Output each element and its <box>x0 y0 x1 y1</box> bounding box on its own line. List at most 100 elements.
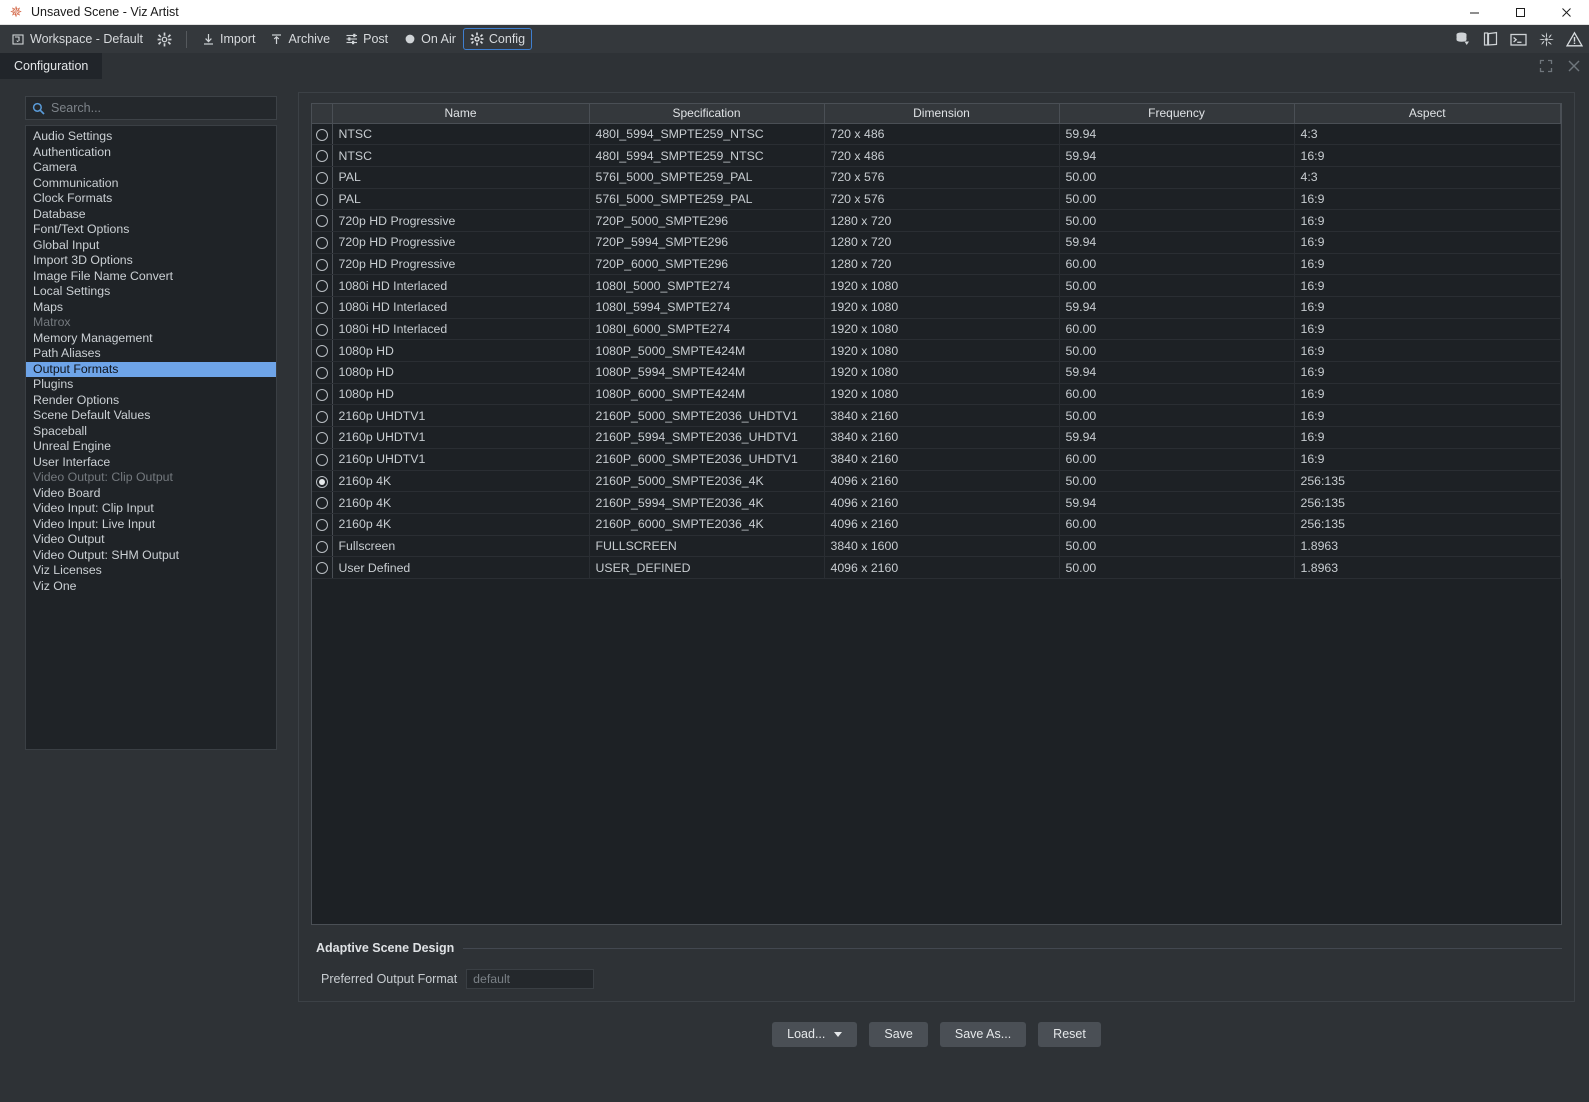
radio-button-icon[interactable] <box>316 562 328 574</box>
radio-button-icon[interactable] <box>316 367 328 379</box>
row-select-cell[interactable] <box>312 362 332 384</box>
table-header-frequency[interactable]: Frequency <box>1059 104 1294 123</box>
table-row[interactable]: 1080i HD Interlaced1080I_5994_SMPTE27419… <box>312 297 1561 319</box>
row-select-cell[interactable] <box>312 210 332 232</box>
table-row[interactable]: 1080p HD1080P_5000_SMPTE424M1920 x 10805… <box>312 340 1561 362</box>
sidebar-item[interactable]: Maps <box>26 300 276 316</box>
settings-button[interactable] <box>150 28 179 50</box>
radio-button-icon[interactable] <box>316 432 328 444</box>
archive-book-icon[interactable] <box>1482 31 1499 48</box>
row-select-cell[interactable] <box>312 513 332 535</box>
radio-button-icon[interactable] <box>316 302 328 314</box>
sidebar-item[interactable]: Output Formats <box>26 362 276 378</box>
sidebar-item[interactable]: Audio Settings <box>26 129 276 145</box>
search-input[interactable] <box>51 101 270 115</box>
table-row[interactable]: 1080p HD1080P_6000_SMPTE424M1920 x 10806… <box>312 383 1561 405</box>
table-row[interactable]: User DefinedUSER_DEFINED4096 x 216050.00… <box>312 557 1561 579</box>
table-row[interactable]: 2160p 4K2160P_5994_SMPTE2036_4K4096 x 21… <box>312 492 1561 514</box>
sidebar-item[interactable]: Import 3D Options <box>26 253 276 269</box>
radio-button-icon[interactable] <box>316 389 328 401</box>
row-select-cell[interactable] <box>312 318 332 340</box>
table-header-name[interactable]: Name <box>332 104 589 123</box>
sidebar-item[interactable]: Video Output <box>26 532 276 548</box>
table-row[interactable]: PAL576I_5000_SMPTE259_PAL720 x 57650.004… <box>312 166 1561 188</box>
table-row[interactable]: PAL576I_5000_SMPTE259_PAL720 x 57650.001… <box>312 188 1561 210</box>
sidebar-item[interactable]: Scene Default Values <box>26 408 276 424</box>
asterisk-icon[interactable] <box>1538 31 1555 48</box>
sidebar-item[interactable]: User Interface <box>26 455 276 471</box>
expand-icon[interactable] <box>1538 59 1553 74</box>
radio-button-icon[interactable] <box>316 259 328 271</box>
row-select-cell[interactable] <box>312 427 332 449</box>
sidebar-item[interactable]: Video Input: Live Input <box>26 517 276 533</box>
save-button[interactable]: Save <box>869 1022 928 1047</box>
reset-button[interactable]: Reset <box>1038 1022 1101 1047</box>
sidebar-item[interactable]: Communication <box>26 176 276 192</box>
sidebar-item[interactable]: Render Options <box>26 393 276 409</box>
table-row[interactable]: NTSC480I_5994_SMPTE259_NTSC720 x 48659.9… <box>312 145 1561 167</box>
warning-icon[interactable] <box>1566 31 1583 48</box>
sidebar-item[interactable]: Camera <box>26 160 276 176</box>
radio-button-icon[interactable] <box>316 541 328 553</box>
row-select-cell[interactable] <box>312 405 332 427</box>
radio-button-icon[interactable] <box>316 497 328 509</box>
radio-button-icon[interactable] <box>316 411 328 423</box>
table-row[interactable]: 720p HD Progressive720P_5994_SMPTE296128… <box>312 231 1561 253</box>
save-as-button[interactable]: Save As... <box>940 1022 1026 1047</box>
sidebar-item[interactable]: Database <box>26 207 276 223</box>
radio-button-icon[interactable] <box>316 454 328 466</box>
workspace-button[interactable]: Workspace - Default <box>4 28 150 50</box>
sidebar-item[interactable]: Local Settings <box>26 284 276 300</box>
table-row[interactable]: 720p HD Progressive720P_6000_SMPTE296128… <box>312 253 1561 275</box>
table-header-aspect[interactable]: Aspect <box>1294 104 1561 123</box>
load-button[interactable]: Load... <box>772 1022 857 1047</box>
table-header-dimension[interactable]: Dimension <box>824 104 1059 123</box>
preferred-output-format-field[interactable] <box>466 969 594 989</box>
row-select-cell[interactable] <box>312 383 332 405</box>
row-select-cell[interactable] <box>312 231 332 253</box>
radio-button-icon[interactable] <box>316 215 328 227</box>
sidebar-item[interactable]: Image File Name Convert <box>26 269 276 285</box>
sidebar-item[interactable]: Matrox <box>26 315 276 331</box>
radio-button-icon[interactable] <box>316 172 328 184</box>
row-select-cell[interactable] <box>312 297 332 319</box>
radio-button-icon[interactable] <box>316 280 328 292</box>
row-select-cell[interactable] <box>312 253 332 275</box>
settings-nav-list[interactable]: Audio SettingsAuthenticationCameraCommun… <box>25 125 277 750</box>
console-icon[interactable] <box>1510 31 1527 48</box>
radio-button-icon[interactable] <box>316 324 328 336</box>
table-row[interactable]: 720p HD Progressive720P_5000_SMPTE296128… <box>312 210 1561 232</box>
sidebar-item[interactable]: Path Aliases <box>26 346 276 362</box>
table-row[interactable]: 2160p 4K2160P_5000_SMPTE2036_4K4096 x 21… <box>312 470 1561 492</box>
sidebar-item[interactable]: Spaceball <box>26 424 276 440</box>
table-row[interactable]: 1080i HD Interlaced1080I_6000_SMPTE27419… <box>312 318 1561 340</box>
row-select-cell[interactable] <box>312 535 332 557</box>
sidebar-item[interactable]: Video Output: SHM Output <box>26 548 276 564</box>
radio-button-icon[interactable] <box>316 476 328 488</box>
radio-button-icon[interactable] <box>316 194 328 206</box>
row-select-cell[interactable] <box>312 470 332 492</box>
table-header-specification[interactable]: Specification <box>589 104 824 123</box>
minimize-icon[interactable] <box>1451 0 1497 25</box>
row-select-cell[interactable] <box>312 166 332 188</box>
table-row[interactable]: FullscreenFULLSCREEN3840 x 160050.001.89… <box>312 535 1561 557</box>
row-select-cell[interactable] <box>312 492 332 514</box>
config-button[interactable]: Config <box>463 28 532 50</box>
sidebar-item[interactable]: Authentication <box>26 145 276 161</box>
radio-button-icon[interactable] <box>316 150 328 162</box>
table-row[interactable]: 1080p HD1080P_5994_SMPTE424M1920 x 10805… <box>312 362 1561 384</box>
sidebar-item[interactable]: Viz Licenses <box>26 563 276 579</box>
table-row[interactable]: 2160p UHDTV12160P_5000_SMPTE2036_UHDTV13… <box>312 405 1561 427</box>
table-row[interactable]: 1080i HD Interlaced1080I_5000_SMPTE27419… <box>312 275 1561 297</box>
row-select-cell[interactable] <box>312 123 332 145</box>
sidebar-item[interactable]: Video Board <box>26 486 276 502</box>
archive-button[interactable]: Archive <box>262 28 337 50</box>
sidebar-item[interactable]: Font/Text Options <box>26 222 276 238</box>
row-select-cell[interactable] <box>312 557 332 579</box>
close-icon[interactable] <box>1543 0 1589 25</box>
radio-button-icon[interactable] <box>316 519 328 531</box>
row-select-cell[interactable] <box>312 145 332 167</box>
preferred-output-format-input[interactable] <box>473 972 587 986</box>
tab-configuration[interactable]: Configuration <box>0 53 102 79</box>
sidebar-item[interactable]: Video Output: Clip Output <box>26 470 276 486</box>
